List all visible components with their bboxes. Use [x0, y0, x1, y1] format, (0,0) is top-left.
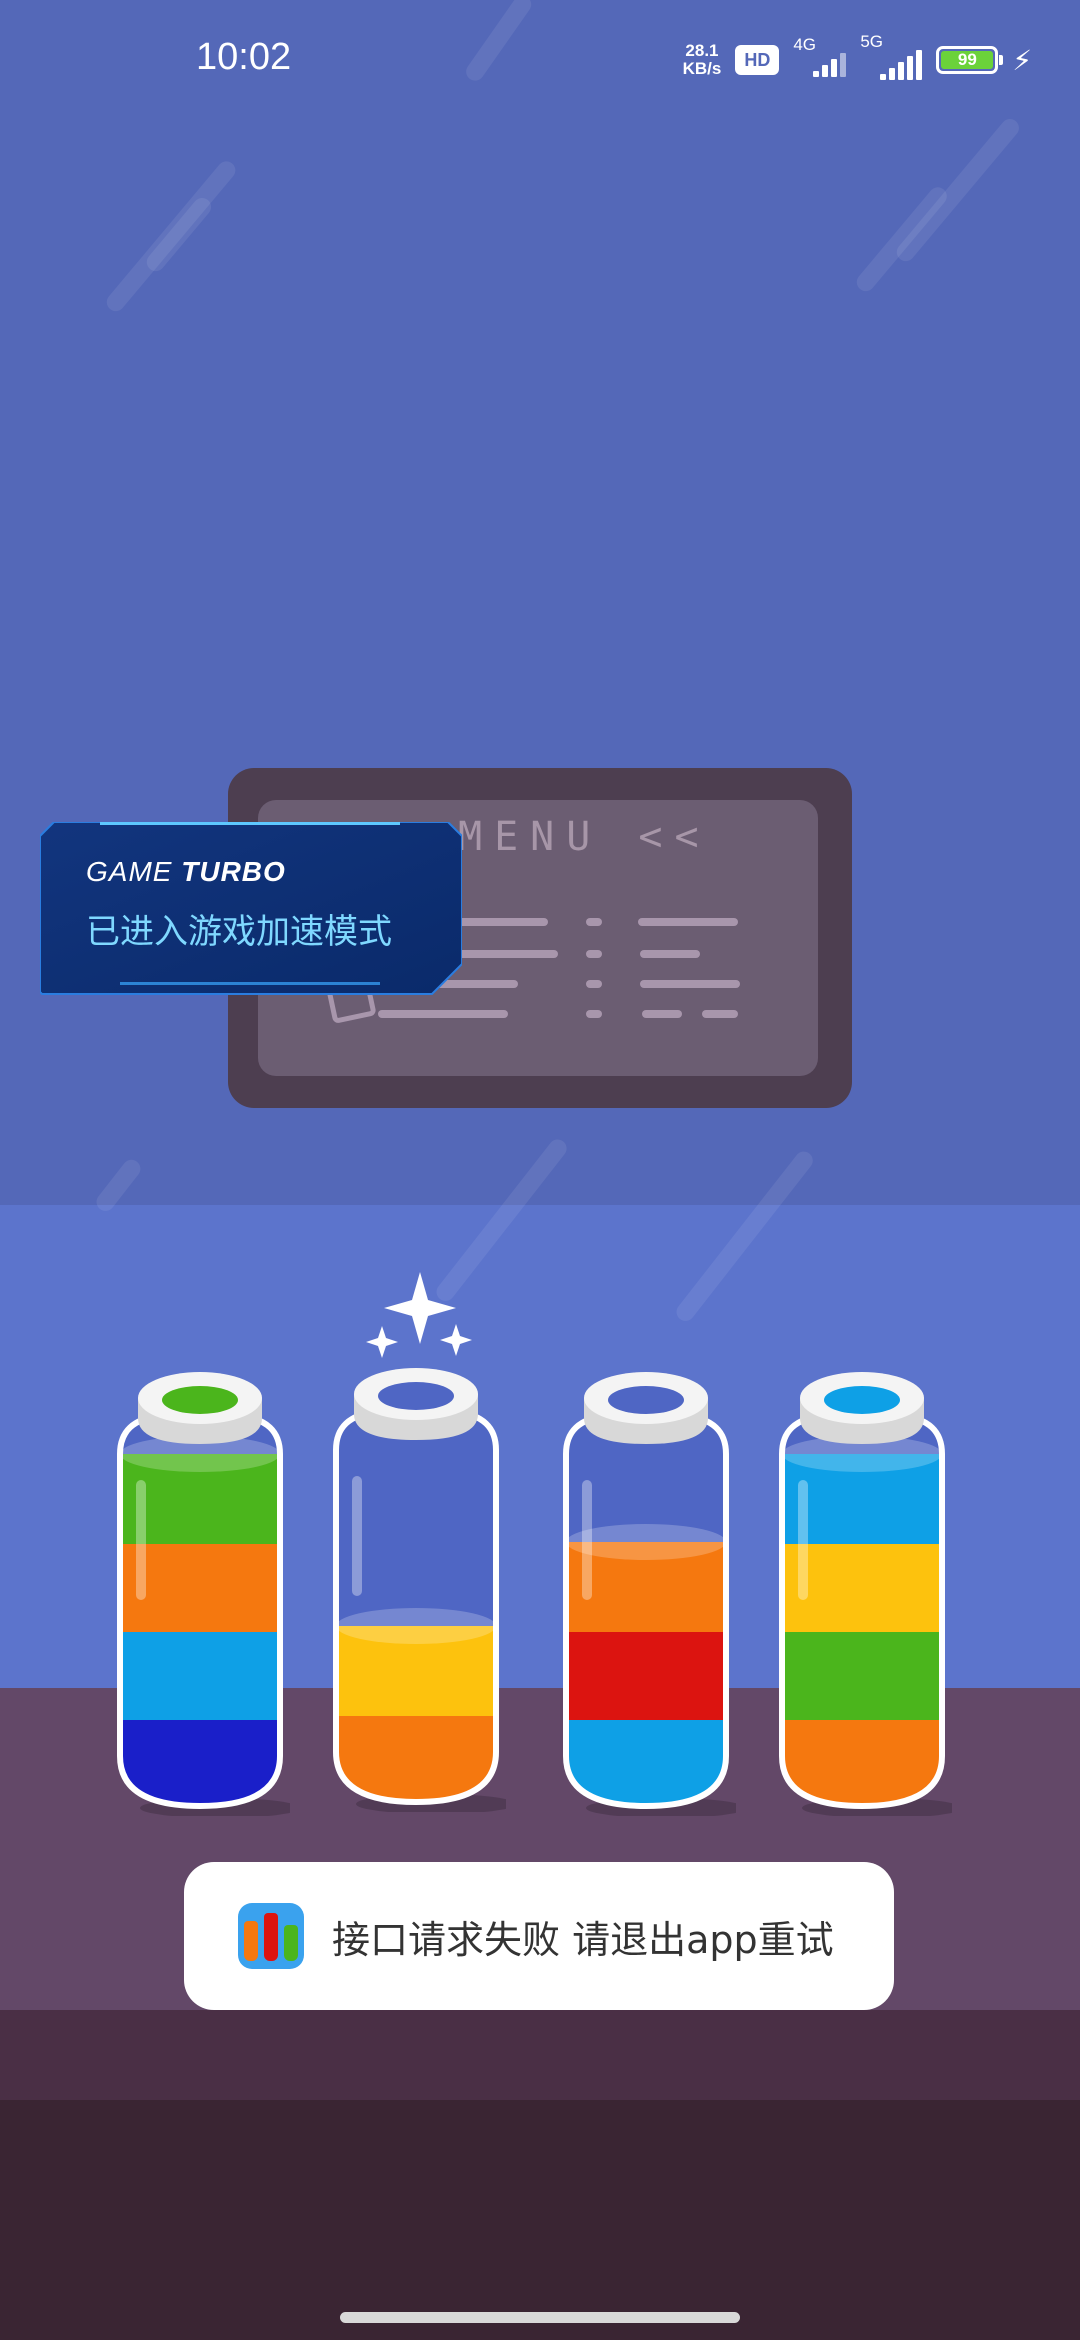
status-time: 10:02: [196, 36, 292, 78]
bottle-graphic: [563, 1372, 746, 1818]
signal-4g-label: 4G: [793, 35, 817, 54]
liquid-surface: [336, 1608, 496, 1644]
bottle[interactable]: [772, 1360, 962, 1818]
hd-icon: HD: [735, 45, 780, 75]
game-turbo-title: GAME TURBO: [86, 856, 286, 888]
menu-line: [378, 1010, 508, 1018]
menu-line: [586, 918, 602, 926]
water-sort-app-icon: [238, 1903, 304, 1969]
game-turbo-message: 已进入游戏加速模式: [86, 912, 392, 952]
menu-line: [640, 950, 700, 958]
network-speed: 28.1 KB/s: [683, 42, 722, 78]
menu-line: [640, 980, 740, 988]
signal-5g-label: 5G: [860, 32, 884, 51]
floor: [0, 2100, 1080, 2340]
glass-highlight: [582, 1480, 592, 1600]
bottle[interactable]: [110, 1360, 300, 1818]
menu-line: [638, 918, 738, 926]
menu-line: [586, 980, 602, 988]
glass-highlight: [136, 1480, 146, 1600]
game-turbo-banner: GAME TURBO 已进入游戏加速模式: [40, 822, 462, 996]
bottle-opening: [378, 1382, 454, 1410]
menu-line: [586, 1010, 602, 1018]
bottle-graphic: [779, 1372, 962, 1818]
bottle-graphic: [117, 1372, 300, 1818]
glass-highlight: [352, 1476, 362, 1596]
network-speed-unit: KB/s: [682, 59, 722, 78]
liquid-layer: [782, 1630, 942, 1720]
table-edge: [0, 2010, 1080, 2100]
menu-board-title: MENU <<: [458, 814, 711, 860]
battery-level: 99: [941, 50, 994, 69]
menu-line: [642, 1010, 682, 1018]
network-speed-value: 28.1: [685, 41, 719, 60]
menu-line: [702, 1010, 738, 1018]
status-icons: 28.1 KB/s HD 4G 5G 99 ⚡: [683, 32, 1032, 80]
bottle-graphic: [333, 1368, 516, 1814]
charging-bolt-icon: ⚡: [1012, 43, 1032, 77]
bottle-opening: [824, 1386, 900, 1414]
battery-icon: 99: [936, 46, 1004, 74]
signal-4g-icon: 4G: [793, 35, 847, 77]
home-indicator[interactable]: [340, 2312, 740, 2323]
toast-message: 接口请求失败 请退出app重试: [332, 1917, 834, 1962]
status-bar: 10:02 28.1 KB/s HD 4G 5G 99 ⚡: [0, 0, 1080, 120]
error-toast: 接口请求失败 请退出app重试: [184, 1862, 894, 2010]
liquid-layer: [120, 1630, 280, 1720]
bottle[interactable]: [556, 1360, 746, 1818]
signal-5g-icon: 5G: [860, 32, 923, 80]
bottle-opening: [608, 1386, 684, 1414]
glass-highlight: [798, 1480, 808, 1600]
menu-line: [586, 950, 602, 958]
game-turbo-brand-bold: TURBO: [181, 856, 286, 887]
game-turbo-brand-light: GAME: [86, 856, 173, 887]
bottle-opening: [162, 1386, 238, 1414]
bottle[interactable]: [326, 1356, 516, 1814]
liquid-layer: [566, 1630, 726, 1720]
